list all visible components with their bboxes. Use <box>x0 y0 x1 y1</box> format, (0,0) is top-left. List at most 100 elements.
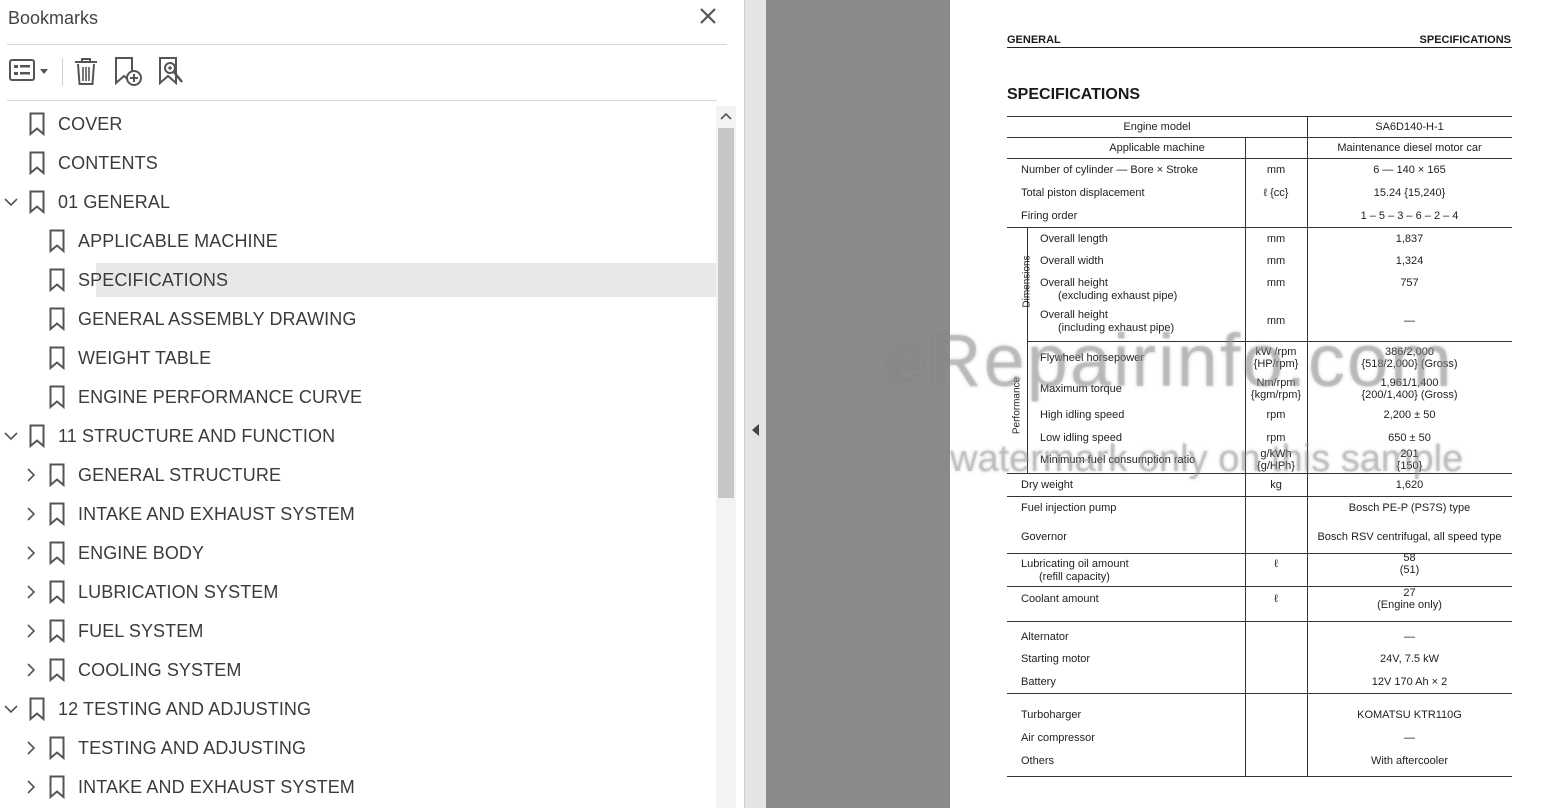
spec-item: Lubricating oil amount <box>1021 558 1129 570</box>
spec-item: Dry weight <box>1021 479 1073 491</box>
bookmark-label: WEIGHT TABLE <box>78 348 212 368</box>
bookmark-label: COOLING SYSTEM <box>78 660 242 680</box>
spec-item: Minimum fuel consumption ratio <box>1040 454 1196 466</box>
bookmark-icon <box>49 268 65 293</box>
spec-value-alt: (Engine only) <box>1377 599 1442 611</box>
bookmark-icon <box>49 385 65 410</box>
spec-item: Overall width <box>1040 255 1104 267</box>
bookmark-item[interactable]: 01 GENERAL <box>0 183 716 222</box>
trash-icon[interactable] <box>72 54 100 88</box>
spec-item: Overall height <box>1040 309 1108 321</box>
spec-value: Bosch PE-P (PS7S) type <box>1348 502 1471 514</box>
spec-value: 15.24 {15,240} <box>1373 187 1446 199</box>
bookmark-add-icon[interactable] <box>112 54 144 88</box>
bookmark-item[interactable]: WEIGHT TABLE <box>0 339 716 378</box>
bookmark-item[interactable]: ENGINE PERFORMANCE CURVE <box>0 378 716 417</box>
spec-value: 24V, 7.5 kW <box>1380 653 1439 665</box>
toolbar-separator <box>62 58 63 86</box>
chevron-right-icon[interactable] <box>23 467 39 483</box>
spec-item: Starting motor <box>1021 653 1091 665</box>
table-rule <box>1007 776 1512 777</box>
bookmark-item[interactable]: APPLICABLE MACHINE <box>0 222 716 261</box>
chevron-right-icon[interactable] <box>23 662 39 678</box>
bookmark-item[interactable]: GENERAL ASSEMBLY DRAWING <box>0 300 716 339</box>
bookmark-search-icon[interactable] <box>156 54 188 88</box>
spec-value: 386/2,000 <box>1385 346 1434 358</box>
spec-item: Fuel injection pump <box>1021 502 1117 514</box>
bookmark-item[interactable]: COVER <box>0 105 716 144</box>
chevron-right-icon[interactable] <box>23 779 39 795</box>
spec-item: Applicable machine <box>1109 142 1205 154</box>
spec-unit-alt: {HP/rpm} <box>1253 358 1299 370</box>
spec-unit: Nm/rpm <box>1256 377 1296 389</box>
table-rule <box>1007 693 1512 694</box>
bookmark-icon <box>49 463 65 488</box>
document-page: GENERAL SPECIFICATIONS SPECIFICATIONS En… <box>950 0 1553 808</box>
table-rule <box>1007 621 1512 622</box>
spec-value-alt: (51) <box>1399 564 1420 576</box>
spec-unit-alt: {g/HPh} <box>1257 460 1295 472</box>
table-rule <box>1007 116 1512 117</box>
bookmark-label: GENERAL STRUCTURE <box>78 465 282 485</box>
spec-item: Coolant amount <box>1021 593 1099 605</box>
bookmark-item[interactable]: 11 STRUCTURE AND FUNCTION <box>0 417 716 456</box>
spec-item: Engine model <box>1123 121 1191 133</box>
bookmark-icon <box>49 307 65 332</box>
bookmark-icon <box>29 151 45 176</box>
scrollbar-thumb[interactable] <box>718 128 734 498</box>
spec-item: Overall length <box>1040 233 1108 245</box>
bookmark-item[interactable]: CONTENTS <box>0 144 716 183</box>
bookmark-item[interactable]: INTAKE AND EXHAUST SYSTEM <box>0 768 716 807</box>
spec-value: SA6D140-H-1 <box>1375 121 1444 133</box>
bookmark-label: ENGINE BODY <box>78 543 205 563</box>
spec-item-note: (including exhaust pipe) <box>1058 322 1175 334</box>
bookmark-item[interactable]: INTAKE AND EXHAUST SYSTEM <box>0 495 716 534</box>
panel-title: Bookmarks <box>8 8 99 28</box>
bookmark-item[interactable]: FUEL SYSTEM <box>0 612 716 651</box>
bookmark-item[interactable]: LUBRICATION SYSTEM <box>0 573 716 612</box>
collapse-panel-icon[interactable] <box>749 420 761 440</box>
chevron-down-icon[interactable] <box>3 428 19 444</box>
bookmark-item[interactable]: SPECIFICATIONS <box>0 261 716 300</box>
table-rule <box>1007 473 1512 474</box>
panel-splitter[interactable] <box>744 0 766 808</box>
bookmark-tree: COVER CONTENTS 01 GENERAL APPLICABLE MACHIN… <box>0 105 716 808</box>
bookmark-item[interactable]: GENERAL STRUCTURE <box>0 456 716 495</box>
spec-item: Others <box>1021 755 1055 767</box>
spec-value: 1,324 <box>1395 255 1424 267</box>
spec-value: 2,200 ± 50 <box>1383 409 1436 421</box>
chevron-down-icon[interactable] <box>3 701 19 717</box>
bookmark-item[interactable]: COOLING SYSTEM <box>0 651 716 690</box>
spec-item: Alternator <box>1021 631 1069 643</box>
chevron-right-icon[interactable] <box>23 584 39 600</box>
chevron-right-icon[interactable] <box>23 506 39 522</box>
bookmarks-panel: Bookmarks COVER CONTENTS 01 GENERAL APPL… <box>0 0 744 808</box>
spec-value: — <box>1404 631 1415 643</box>
bookmark-item[interactable]: ENGINE BODY <box>0 534 716 573</box>
spec-item: Firing order <box>1021 210 1078 222</box>
bookmark-label: CONTENTS <box>58 153 158 173</box>
chevron-right-icon[interactable] <box>23 545 39 561</box>
spec-item: Turboharger <box>1021 709 1082 721</box>
bookmark-label: FUEL SYSTEM <box>78 621 204 641</box>
spec-unit: rpm <box>1266 409 1286 421</box>
spec-unit: ℓ <box>1274 593 1278 605</box>
bookmark-item[interactable]: 12 TESTING AND ADJUSTING <box>0 690 716 729</box>
list-options-icon[interactable] <box>8 54 52 88</box>
group-label-performance: Performance <box>1011 376 1023 435</box>
spec-unit: mm <box>1266 277 1286 289</box>
bookmark-label: TESTING AND ADJUSTING <box>78 738 307 758</box>
bookmark-item[interactable]: TESTING AND ADJUSTING <box>0 729 716 768</box>
scroll-up-icon[interactable] <box>716 106 736 126</box>
spec-value: 6 — 140 × 165 <box>1373 164 1446 176</box>
close-icon[interactable] <box>696 4 720 28</box>
chevron-right-icon[interactable] <box>23 623 39 639</box>
bookmark-label: LUBRICATION SYSTEM <box>78 582 279 602</box>
spec-value: 58 <box>1403 552 1416 564</box>
page-header-left: GENERAL <box>1007 34 1061 46</box>
spec-item: Overall height <box>1040 277 1108 289</box>
divider <box>7 100 717 101</box>
chevron-down-icon[interactable] <box>3 194 19 210</box>
chevron-right-icon[interactable] <box>23 740 39 756</box>
spec-value: 757 <box>1400 277 1419 289</box>
